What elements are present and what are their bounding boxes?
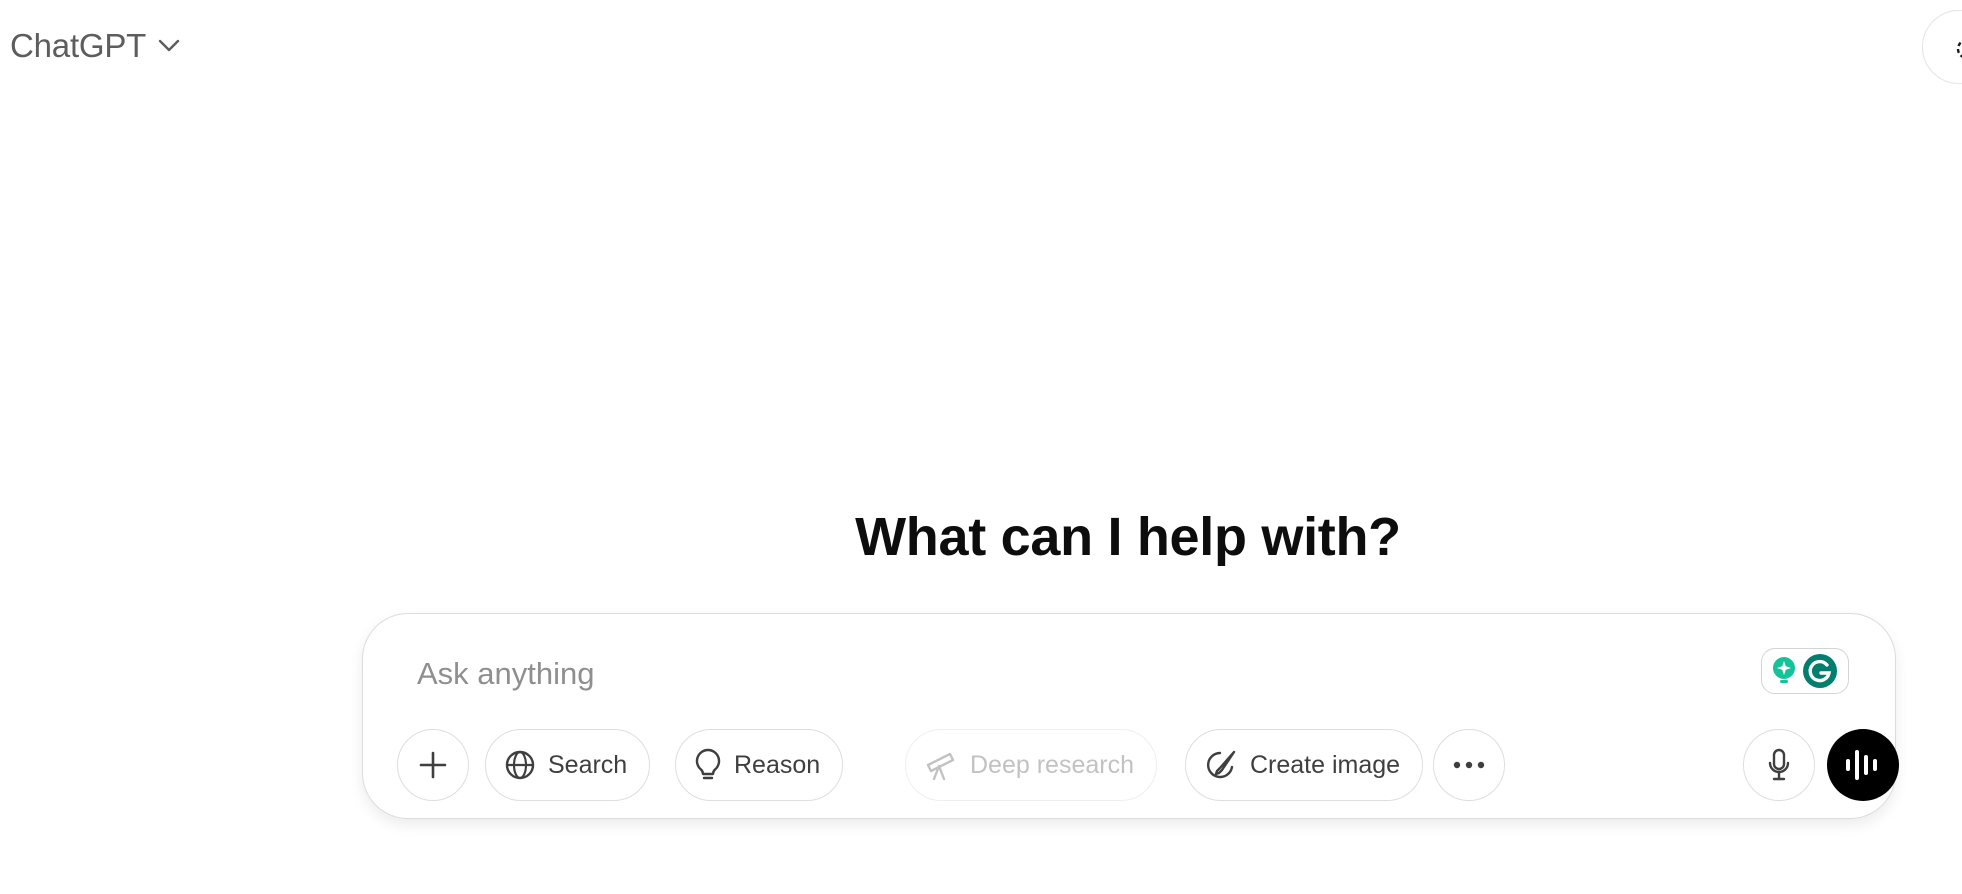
attach-button[interactable]	[397, 729, 469, 801]
more-tools-button[interactable]	[1433, 729, 1505, 801]
prompt-composer: Search Reason	[362, 613, 1899, 819]
globe-icon	[504, 749, 536, 781]
voice-mode-button[interactable]	[1827, 729, 1899, 801]
voice-waveform-icon	[1843, 748, 1883, 782]
deep-research-button[interactable]: Deep research	[905, 729, 1157, 801]
composer-toolbar: Search Reason Deep research Create image	[397, 729, 1899, 801]
grammarly-icon	[1802, 653, 1838, 689]
telescope-icon	[924, 749, 958, 781]
create-image-label: Create image	[1250, 750, 1401, 779]
chevron-down-icon	[156, 33, 182, 59]
dictate-button[interactable]	[1743, 729, 1815, 801]
reason-button[interactable]: Reason	[675, 729, 844, 801]
deep-research-label: Deep research	[970, 750, 1134, 779]
page-heading: What can I help with?	[855, 507, 1401, 567]
grammarly-suggestion-icon	[1770, 655, 1798, 687]
ellipsis-icon	[1453, 761, 1485, 769]
prompt-input[interactable]	[417, 646, 1717, 702]
chat-bubble-icon	[1953, 37, 1962, 66]
lightbulb-icon	[694, 748, 722, 782]
create-image-button[interactable]: Create image	[1185, 729, 1424, 801]
search-button[interactable]: Search	[485, 729, 651, 801]
reason-label: Reason	[734, 750, 821, 779]
grammarly-widget[interactable]	[1761, 648, 1849, 694]
temporary-chat-button[interactable]	[1922, 10, 1962, 84]
model-switcher[interactable]: ChatGPT	[10, 24, 182, 68]
model-name: ChatGPT	[10, 27, 147, 64]
paintbrush-icon	[1204, 749, 1238, 781]
chatgpt-app: ChatGPT What can I help with? Ask anythi…	[0, 0, 1962, 894]
microphone-icon	[1767, 748, 1791, 782]
search-label: Search	[548, 750, 628, 779]
plus-icon	[418, 750, 448, 780]
